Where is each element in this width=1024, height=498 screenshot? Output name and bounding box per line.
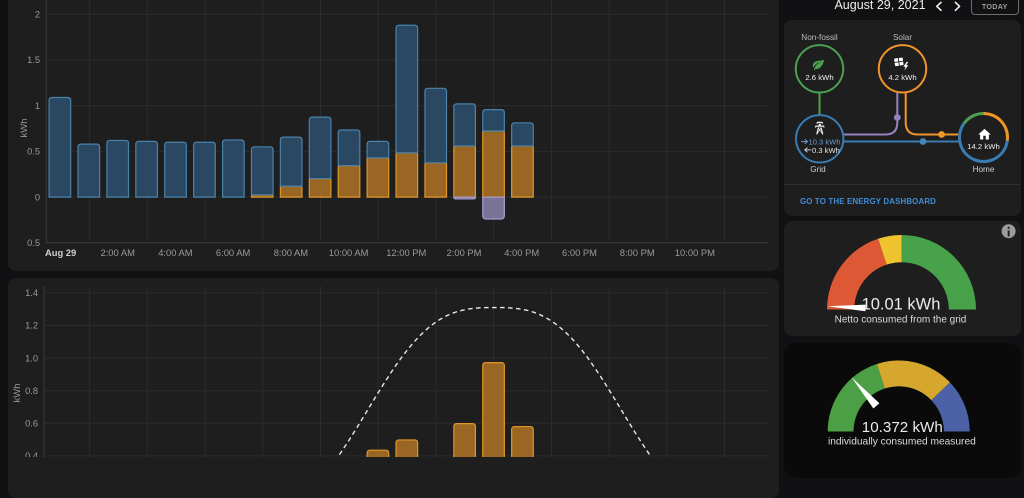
- svg-text:0.5: 0.5: [27, 147, 40, 157]
- svg-text:4:00 PM: 4:00 PM: [504, 247, 539, 258]
- svg-text:0: 0: [35, 192, 40, 202]
- svg-text:individually consumed measured: individually consumed measured: [828, 436, 976, 447]
- svg-text:2:00 PM: 2:00 PM: [447, 247, 482, 258]
- svg-text:1.5: 1.5: [27, 55, 40, 65]
- svg-text:10.372 kWh: 10.372 kWh: [862, 419, 943, 436]
- svg-text:kWh: kWh: [19, 119, 30, 138]
- svg-text:10:00 AM: 10:00 AM: [329, 247, 369, 258]
- svg-text:Aug 29: Aug 29: [45, 247, 76, 258]
- svg-text:8:00 PM: 8:00 PM: [620, 247, 655, 258]
- svg-text:1: 1: [35, 101, 40, 111]
- svg-text:6:00 AM: 6:00 AM: [216, 247, 251, 258]
- svg-text:8:00 AM: 8:00 AM: [274, 247, 309, 258]
- svg-text:2:00 AM: 2:00 AM: [100, 247, 135, 258]
- svg-text:0.4: 0.4: [25, 451, 38, 457]
- svg-text:2: 2: [35, 10, 40, 20]
- svg-text:1.2: 1.2: [25, 321, 38, 331]
- svg-text:10.01 kWh: 10.01 kWh: [862, 296, 941, 314]
- svg-text:1.0: 1.0: [25, 353, 38, 363]
- svg-text:4:00 AM: 4:00 AM: [158, 247, 193, 258]
- svg-text:6:00 PM: 6:00 PM: [562, 247, 597, 258]
- svg-text:0.8: 0.8: [25, 386, 38, 396]
- svg-text:0.5: 0.5: [27, 238, 40, 248]
- svg-text:10:00 PM: 10:00 PM: [675, 247, 715, 258]
- svg-text:12:00 PM: 12:00 PM: [386, 247, 426, 258]
- svg-text:Netto consumed from the grid: Netto consumed from the grid: [835, 314, 967, 325]
- svg-text:0.6: 0.6: [25, 419, 38, 429]
- svg-text:kWh: kWh: [12, 384, 23, 403]
- svg-text:1.4: 1.4: [25, 288, 38, 298]
